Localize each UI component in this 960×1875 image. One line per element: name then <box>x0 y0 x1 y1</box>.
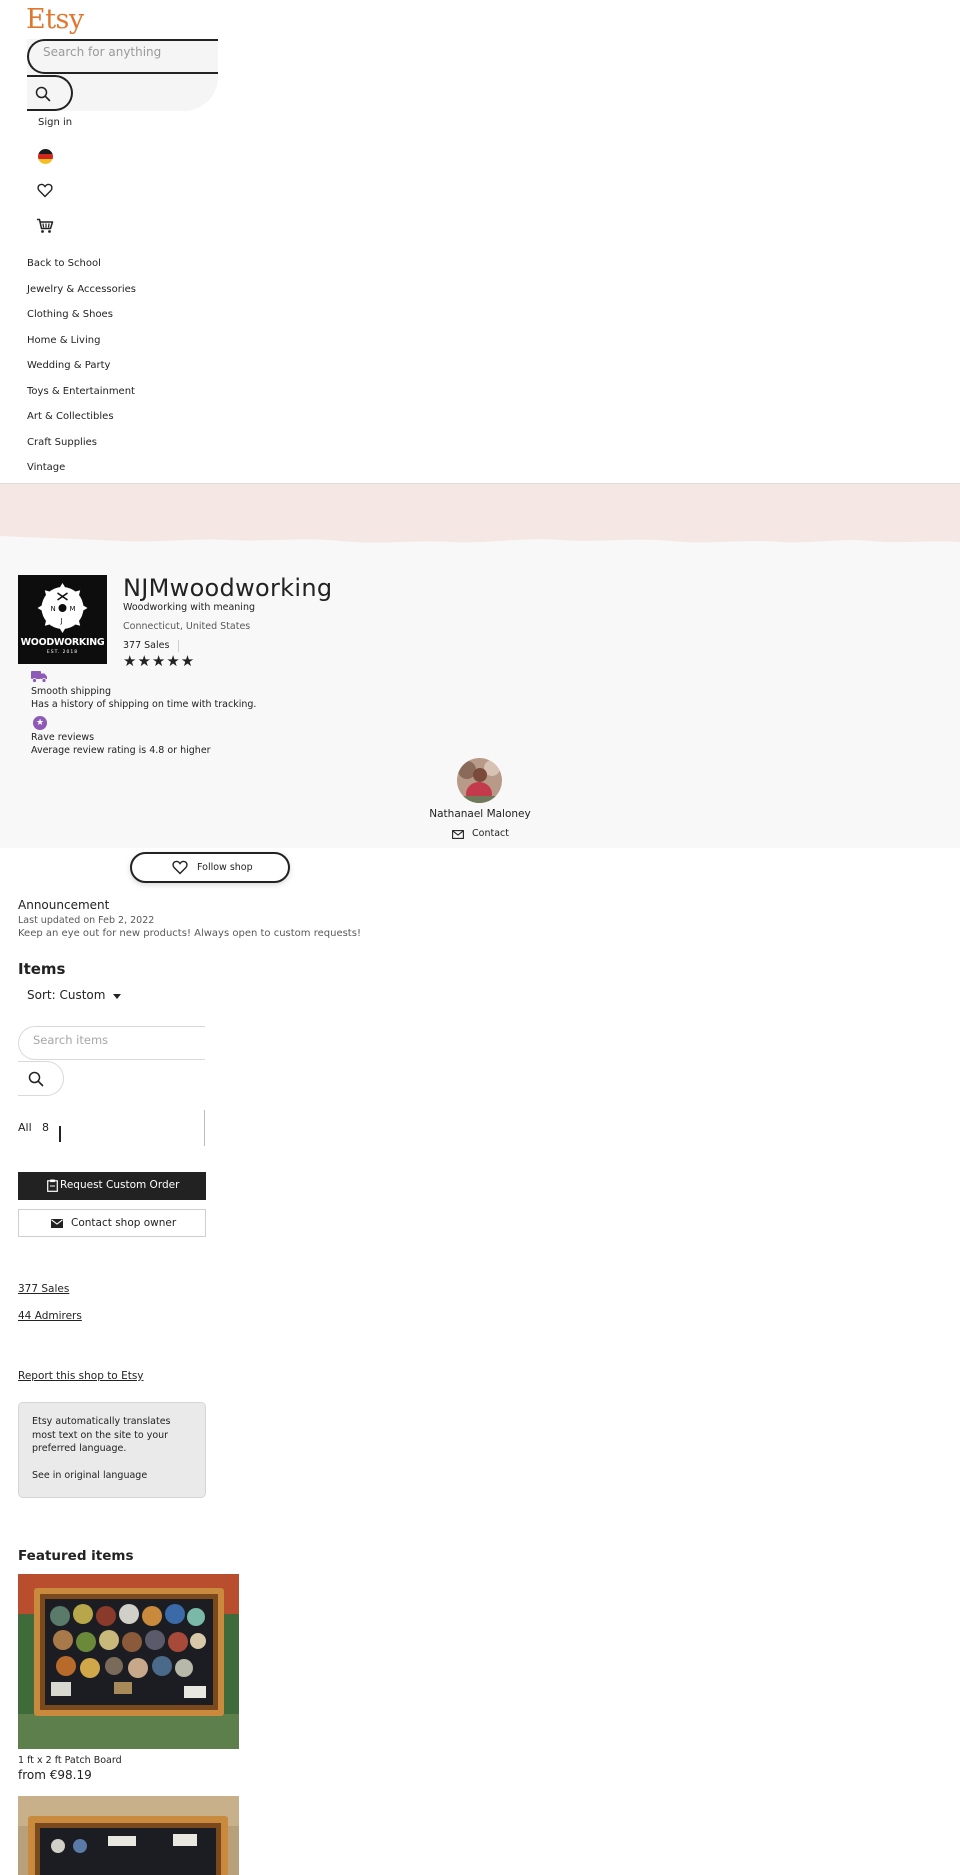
search-icon <box>35 86 51 102</box>
category-clothing-shoes[interactable]: Clothing & Shoes <box>27 309 113 320</box>
cart-button[interactable] <box>36 218 54 237</box>
report-shop-link[interactable]: Report this shop to Etsy <box>18 1370 144 1382</box>
badge-title-shipping: Smooth shipping <box>31 686 112 697</box>
shop-sales-count: 377 Sales <box>123 640 170 651</box>
filter-all-count: 8 <box>42 1121 49 1134</box>
category-jewelry-accessories[interactable]: Jewelry & Accessories <box>27 284 136 295</box>
contact-shop-owner-button[interactable]: Contact shop owner <box>18 1209 206 1237</box>
shop-name: NJMwoodworking <box>123 574 333 602</box>
clipboard-icon <box>47 1179 58 1192</box>
shop-logo-text: WOODWORKING <box>20 637 105 648</box>
request-custom-order-label: Request Custom Order <box>60 1179 180 1191</box>
truck-icon <box>31 670 48 686</box>
germany-flag-icon[interactable] <box>38 149 53 164</box>
shop-location: Connecticut, United States <box>123 621 251 632</box>
featured-item-price: from €98.19 <box>18 1768 92 1782</box>
search-icon <box>28 1071 44 1087</box>
announcement-date: Last updated on Feb 2, 2022 <box>18 915 155 926</box>
featured-item-image[interactable] <box>18 1796 239 1875</box>
category-wedding-party[interactable]: Wedding & Party <box>27 360 110 371</box>
items-search-button[interactable] <box>18 1061 64 1096</box>
featured-items-heading: Featured items <box>18 1548 134 1564</box>
announcement-title: Announcement <box>18 898 110 912</box>
search-button[interactable] <box>27 75 73 111</box>
category-home-living[interactable]: Home & Living <box>27 335 100 346</box>
admirers-link[interactable]: 44 Admirers <box>18 1310 82 1322</box>
featured-item-title[interactable]: 1 ft x 2 ft Patch Board <box>18 1755 122 1766</box>
caret-down-icon <box>113 994 121 999</box>
category-vintage[interactable]: Vintage <box>27 462 65 473</box>
follow-shop-button[interactable]: Follow shop <box>130 852 290 883</box>
see-original-language-link[interactable]: See in original language <box>32 1470 147 1481</box>
category-back-to-school[interactable]: Back to School <box>27 258 101 269</box>
shop-tagline: Woodworking with meaning <box>123 602 255 613</box>
svg-text:J: J <box>60 617 63 625</box>
etsy-logo[interactable]: Etsy <box>26 4 84 35</box>
featured-item-image[interactable] <box>18 1574 239 1749</box>
owner-name: Nathanael Maloney <box>429 808 531 820</box>
envelope-icon <box>51 1219 63 1228</box>
star-rating[interactable]: ★★★★★ <box>123 652 195 670</box>
favorites-button[interactable] <box>37 183 53 201</box>
heart-icon <box>172 860 188 875</box>
items-heading: Items <box>18 960 66 978</box>
star-badge-icon: ★ <box>33 716 47 730</box>
sales-link[interactable]: 377 Sales <box>18 1283 69 1295</box>
owner-avatar[interactable] <box>457 758 502 803</box>
shop-banner-image <box>0 484 960 543</box>
translation-notice-text: Etsy automatically translates most text … <box>32 1416 171 1454</box>
category-art-collectibles[interactable]: Art & Collectibles <box>27 411 114 422</box>
items-search-placeholder: Search items <box>33 1033 109 1047</box>
sign-in-link[interactable]: Sign in <box>38 117 72 128</box>
sort-dropdown[interactable]: Sort: Custom <box>27 988 105 1002</box>
badge-title-reviews: Rave reviews <box>31 732 95 743</box>
divider <box>178 640 179 652</box>
text-cursor <box>59 1126 61 1142</box>
category-craft-supplies[interactable]: Craft Supplies <box>27 437 97 448</box>
request-custom-order-button[interactable]: Request Custom Order <box>18 1172 206 1200</box>
follow-shop-label: Follow shop <box>197 862 253 873</box>
envelope-icon <box>452 830 464 839</box>
badge-desc-reviews: Average review rating is 4.8 or higher <box>31 745 211 756</box>
heart-icon <box>37 183 53 198</box>
badge-desc-shipping: Has a history of shipping on time with t… <box>31 699 257 710</box>
svg-text:M: M <box>70 605 76 613</box>
announcement-text: Keep an eye out for new products! Always… <box>18 928 361 939</box>
shop-logo: N M J WOODWORKING EST. 2018 <box>18 575 107 664</box>
shop-logo-subtext: EST. 2018 <box>46 650 79 655</box>
divider <box>204 1110 205 1146</box>
cart-icon <box>37 218 54 233</box>
contact-label: Contact <box>472 828 509 839</box>
filter-all-label[interactable]: All <box>18 1121 32 1134</box>
svg-text:N: N <box>51 605 56 613</box>
category-toys-entertainment[interactable]: Toys & Entertainment <box>27 386 135 397</box>
search-placeholder: Search for anything <box>43 45 162 59</box>
contact-shop-owner-label: Contact shop owner <box>71 1217 177 1229</box>
